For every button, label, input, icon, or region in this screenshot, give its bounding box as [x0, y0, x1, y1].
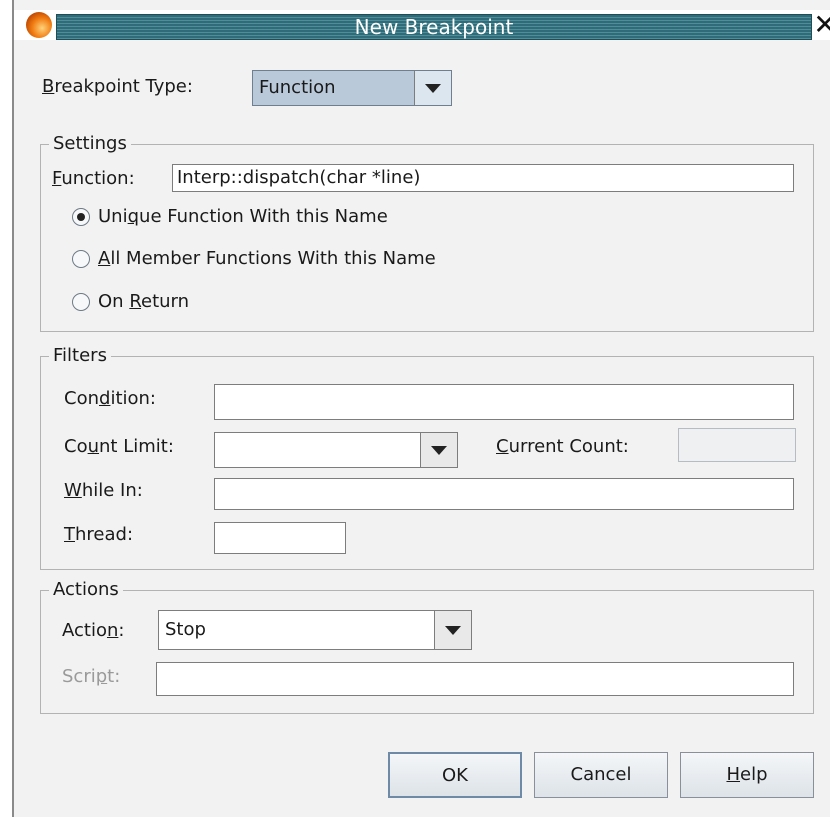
ok-button[interactable]: OK: [388, 752, 522, 798]
action-select[interactable]: Stop: [158, 610, 472, 650]
radio-unique-function-label: Unique Function With this Name: [98, 206, 388, 227]
radio-selected-icon: [72, 207, 90, 226]
breakpoint-type-dropdown-button[interactable]: [414, 71, 451, 105]
app-logo-icon: [26, 12, 52, 38]
radio-all-member-functions-label: All Member Functions With this Name: [98, 248, 436, 269]
breakpoint-type-label: Breakpoint Type:: [42, 76, 193, 97]
condition-label: Condition:: [64, 388, 156, 409]
thread-field[interactable]: [214, 522, 346, 554]
current-count-field: [678, 428, 796, 462]
radio-on-return-label: On Return: [98, 291, 190, 312]
radio-unique-function[interactable]: Unique Function With this Name: [72, 206, 388, 227]
condition-field[interactable]: [214, 384, 794, 420]
while-in-label: While In:: [64, 480, 143, 501]
breakpoint-type-value: Function: [259, 77, 336, 98]
breakpoint-type-select[interactable]: Function: [252, 70, 452, 106]
current-count-label: Current Count:: [496, 436, 629, 457]
filters-group-title: Filters: [49, 344, 111, 368]
close-icon[interactable]: ✕: [812, 10, 830, 40]
function-field[interactable]: Interp::dispatch(char *line): [172, 164, 794, 192]
title-bar-strip[interactable]: New Breakpoint: [56, 14, 812, 40]
chevron-down-icon: [425, 84, 441, 93]
help-button[interactable]: Help: [680, 752, 814, 798]
radio-all-member-functions[interactable]: All Member Functions With this Name: [72, 248, 436, 269]
actions-group-title: Actions: [49, 578, 123, 602]
count-limit-dropdown-button[interactable]: [420, 433, 457, 467]
action-value: Stop: [165, 619, 206, 640]
cancel-button[interactable]: Cancel: [534, 752, 668, 798]
radio-unselected-icon: [72, 249, 90, 268]
window-title: New Breakpoint: [354, 15, 514, 39]
count-limit-select[interactable]: [214, 432, 458, 468]
thread-label: Thread:: [64, 524, 134, 545]
chevron-down-icon: [445, 626, 461, 635]
radio-unselected-icon: [72, 292, 90, 311]
action-label: Action:: [62, 620, 125, 641]
while-in-field[interactable]: [214, 478, 794, 510]
function-label: Function:: [52, 168, 135, 189]
new-breakpoint-dialog: New Breakpoint ✕ Breakpoint Type: Functi…: [12, 0, 830, 817]
script-label: Script:: [62, 666, 121, 687]
action-dropdown-button[interactable]: [434, 611, 471, 649]
script-field[interactable]: [156, 662, 794, 696]
chevron-down-icon: [431, 446, 447, 455]
count-limit-label: Count Limit:: [64, 436, 174, 457]
radio-on-return[interactable]: On Return: [72, 291, 189, 312]
title-bar: New Breakpoint ✕: [14, 10, 830, 40]
settings-group-title: Settings: [49, 132, 131, 156]
